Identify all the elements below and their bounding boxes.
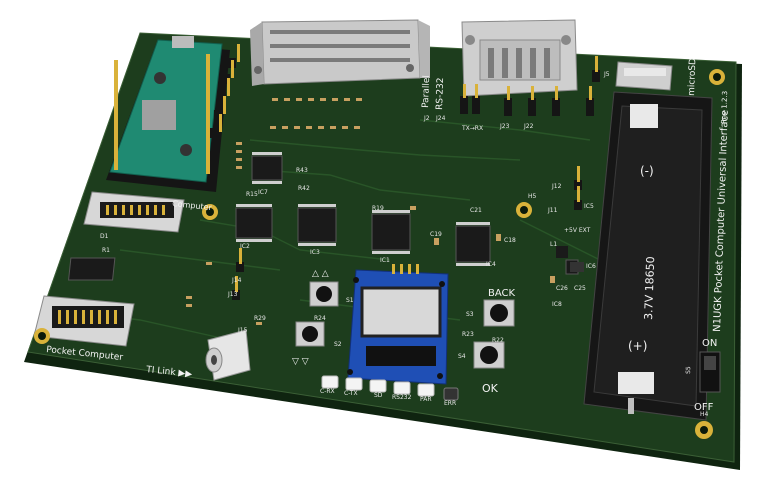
ref-r15: R15	[246, 191, 258, 198]
microsd-label: microSD	[687, 58, 698, 96]
ref-j23: J23	[499, 123, 510, 130]
ref-r24: R24	[314, 315, 326, 322]
ref-ic2: IC2	[240, 243, 250, 250]
led-label-0: C-RX	[320, 388, 335, 395]
ref-c25: C25	[574, 285, 586, 292]
ref-r1: R1	[102, 247, 110, 254]
ref-j15: J15	[237, 327, 248, 334]
ref-r22: R22	[492, 337, 504, 344]
ref-j12: J12	[551, 183, 562, 190]
switch-on: ON	[702, 338, 717, 349]
rs232-label: RS-232	[435, 77, 446, 110]
ref-ic6: IC6	[586, 263, 596, 270]
ref-c26: C26	[556, 285, 568, 292]
ref-c19: C19	[430, 231, 442, 238]
ref-ic4: IC4	[486, 261, 496, 268]
ref-ext: +5V EXT	[564, 227, 591, 234]
battery-label: 3.7V 18650	[642, 256, 657, 320]
ref-c21: C21	[470, 207, 482, 214]
ref-ic1: IC1	[380, 257, 390, 264]
ref-r43: R43	[296, 167, 308, 174]
ref-txrx: TX→RX	[461, 125, 483, 132]
power-switch	[699, 351, 721, 393]
battery-minus: (-)	[640, 164, 654, 178]
ref-s3: S3	[466, 311, 474, 318]
ref-r29: R29	[254, 315, 266, 322]
switch-ref: S5	[685, 366, 692, 374]
ref-s2: S2	[334, 341, 342, 348]
ref-j24: J24	[435, 115, 446, 122]
ref-h5: H5	[528, 193, 537, 200]
ok-label: OK	[482, 382, 499, 395]
ref-ic7: IC7	[258, 189, 268, 196]
microsd-slot	[615, 61, 673, 91]
ref-ic5: IC5	[584, 203, 594, 210]
ref-c18: C18	[504, 237, 516, 244]
parallel-label: Parallel	[421, 75, 432, 108]
ref-l1: L1	[550, 241, 557, 248]
board-revision: Rev 1.2.3	[720, 91, 729, 124]
pcb-render: Parallel RS-232 microSD N1UGK Pocket Com…	[24, 19, 742, 470]
ref-j5: J5	[603, 71, 610, 78]
ref-ic8: IC8	[552, 301, 562, 308]
ref-ic3: IC3	[310, 249, 320, 256]
ref-j14: J14	[231, 277, 242, 284]
ref-j11: J11	[547, 207, 558, 214]
ref-d1: D1	[100, 233, 109, 240]
led-label-1: C-TX	[344, 390, 358, 397]
oled-display	[347, 264, 449, 385]
ref-h4: H4	[700, 411, 709, 418]
rs232-connector	[461, 19, 578, 97]
led-label-4: PAR	[420, 396, 432, 403]
ref-r19: R19	[372, 205, 384, 212]
led-label-3: RS232	[392, 394, 412, 401]
led-label-5: ERR	[444, 400, 456, 407]
ref-j22: J22	[523, 123, 534, 130]
down-arrows: ▽ ▽	[292, 357, 309, 367]
ref-s4: S4	[458, 353, 466, 360]
parallel-connector	[250, 19, 430, 86]
ref-r42: R42	[298, 185, 310, 192]
battery-plus: (+)	[628, 339, 647, 353]
ref-s1: S1	[346, 297, 354, 304]
led-label-2: SD	[374, 392, 383, 399]
ref-j13: J13	[227, 291, 238, 298]
ref-r23: R23	[462, 331, 474, 338]
up-arrows: △ △	[312, 269, 329, 279]
back-label: BACK	[488, 288, 516, 299]
ref-j2: J2	[423, 115, 430, 122]
